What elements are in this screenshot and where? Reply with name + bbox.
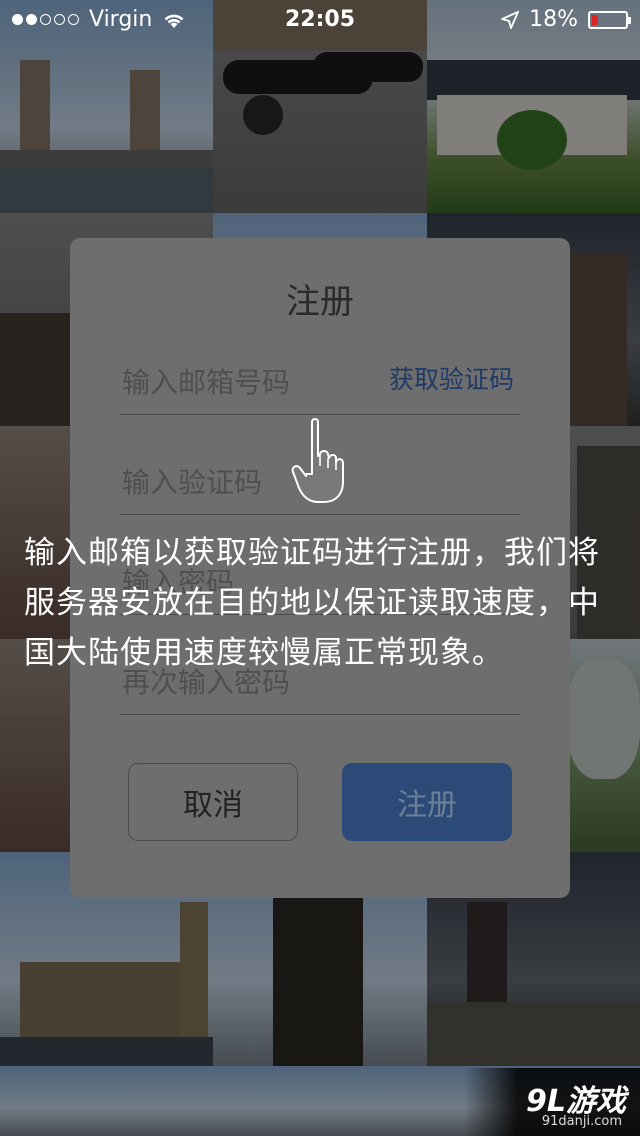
watermark-site: 91danji.com: [541, 1114, 622, 1129]
battery-fill: [592, 14, 598, 25]
battery-percent: 18%: [529, 7, 578, 32]
watermark: 9L游戏 91danji.com: [464, 1068, 640, 1136]
registration-hint-text: 输入邮箱以获取验证码进行注册，我们将服务器安放在目的地以保证读取速度，中国大陆使…: [24, 535, 600, 671]
status-bar: Virgin 22:05 18%: [0, 0, 640, 40]
cancel-button[interactable]: 取消: [128, 763, 298, 841]
battery-icon: [588, 10, 631, 29]
get-code-button[interactable]: 获取验证码: [389, 360, 514, 396]
register-button[interactable]: 注册: [342, 763, 512, 841]
email-field[interactable]: [120, 365, 384, 400]
hand-pointer-icon: [291, 418, 344, 503]
email-field-row: 获取验证码: [120, 314, 520, 415]
location-arrow-icon: [501, 10, 520, 29]
